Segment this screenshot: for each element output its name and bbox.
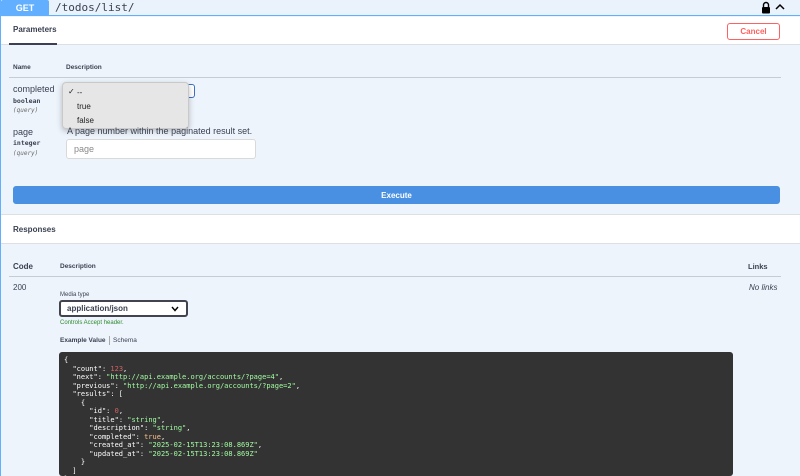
- column-code-header: Code: [13, 262, 33, 271]
- response-links: No links: [749, 283, 778, 292]
- media-type-select[interactable]: application/json: [59, 300, 188, 317]
- operation-summary[interactable]: GET /todos/list/: [1, 0, 800, 16]
- lock-icon[interactable]: [760, 1, 772, 14]
- chevron-down-icon: [171, 306, 179, 312]
- dropdown-option-false[interactable]: false: [63, 113, 190, 127]
- operation-block: GET /todos/list/ Parameters Cancel Name …: [0, 0, 800, 476]
- json-next: "http://api.example.org/accounts/?page=4…: [106, 373, 279, 381]
- parameters-header: Parameters Cancel: [1, 17, 800, 45]
- tab-separator: [109, 336, 110, 345]
- column-description-header: Description: [66, 64, 102, 71]
- json-completed: true: [144, 432, 161, 441]
- completed-dropdown-menu: ✓ -- true false: [62, 82, 189, 129]
- response-code: 200: [13, 283, 27, 292]
- dropdown-option-empty[interactable]: ✓ --: [63, 85, 190, 99]
- json-title: "string": [127, 415, 161, 424]
- param-name-page: page: [13, 127, 34, 137]
- param-type-page: integer: [13, 139, 41, 147]
- page-input[interactable]: [66, 139, 256, 159]
- check-icon: ✓: [68, 87, 75, 96]
- responses-header: Responses: [1, 214, 800, 244]
- tab-underline: [9, 43, 57, 45]
- method-badge: GET: [1, 0, 49, 16]
- tab-example-value[interactable]: Example Value: [60, 337, 106, 344]
- responses-title: Responses: [13, 225, 56, 234]
- param-name-completed: completed: [13, 84, 55, 94]
- param-in-completed: (query): [13, 107, 39, 114]
- json-description: "string": [152, 424, 187, 432]
- column-name-header: Name: [13, 64, 31, 71]
- json-id: 0: [114, 407, 119, 415]
- json-updated-at: "2025-02-15T13:23:08.869Z": [148, 449, 258, 458]
- media-type-label: Media type: [60, 292, 90, 298]
- column-links-header: Links: [748, 262, 768, 271]
- cancel-button[interactable]: Cancel: [727, 23, 780, 40]
- dropdown-option-true[interactable]: true: [63, 99, 190, 113]
- column-response-description-header: Description: [60, 263, 96, 270]
- param-description-page: A page number within the paginated resul…: [67, 126, 253, 136]
- execute-button[interactable]: Execute: [13, 186, 780, 204]
- example-value-code: { "count": 123, "next": "http://api.exam…: [59, 352, 733, 476]
- json-count: 123: [110, 364, 124, 373]
- accept-header-note: Controls Accept header.: [60, 320, 124, 326]
- divider: [9, 276, 781, 277]
- tab-schema[interactable]: Schema: [113, 337, 137, 344]
- json-created-at: "2025-02-15T13:23:08.869Z": [148, 441, 258, 449]
- param-type-completed: boolean: [13, 97, 41, 105]
- tab-parameters[interactable]: Parameters: [13, 25, 57, 34]
- endpoint-path: /todos/list/: [55, 1, 135, 14]
- param-in-page: (query): [13, 150, 39, 157]
- divider: [9, 77, 781, 78]
- chevron-up-icon[interactable]: [774, 1, 786, 13]
- json-previous: "http://api.example.org/accounts/?page=2…: [123, 381, 296, 390]
